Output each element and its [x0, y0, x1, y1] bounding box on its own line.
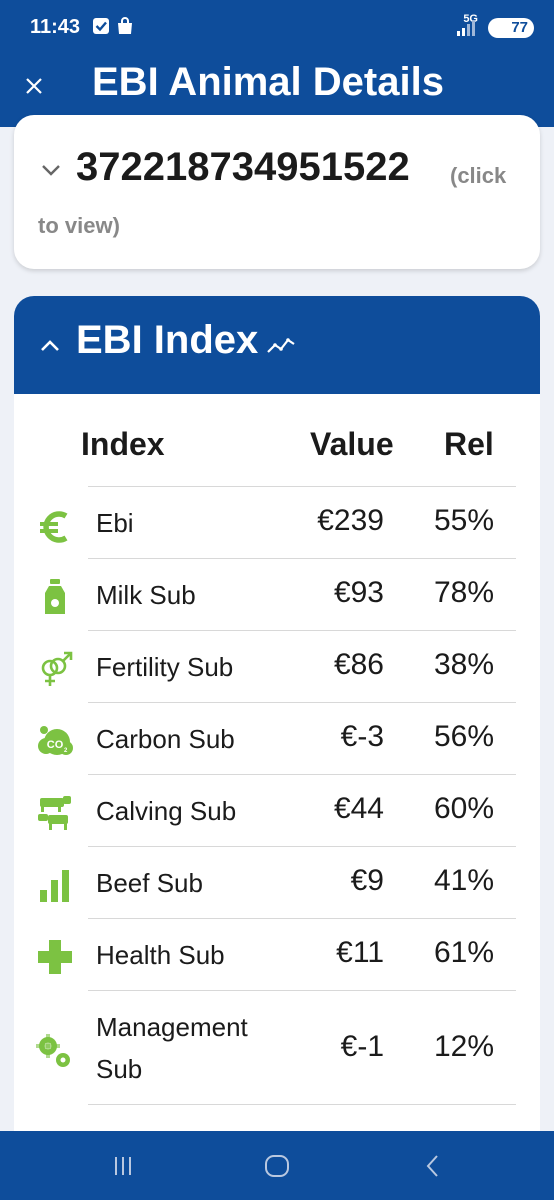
row-divider	[88, 630, 516, 631]
row-name: Ebi	[96, 508, 134, 538]
column-header-index: Index	[81, 426, 165, 462]
status-bar: 11:43 5G 77	[0, 0, 554, 56]
battery-indicator: 77	[488, 18, 534, 38]
chevron-down-icon[interactable]	[40, 159, 62, 181]
milk-bottle-icon	[45, 579, 65, 614]
row-divider	[88, 918, 516, 919]
row-rel: 78%	[433, 576, 494, 609]
row-rel: 38%	[433, 648, 494, 681]
checkbox-notification-icon	[93, 18, 109, 34]
table-row: Beef Sub €9 41%	[14, 856, 540, 926]
table-row: Ebi €239 55%	[14, 496, 540, 566]
row-name: Milk Sub	[96, 580, 196, 610]
row-divider	[88, 702, 516, 703]
bar-chart-icon	[40, 870, 69, 902]
trend-line-icon	[267, 338, 295, 353]
chevron-up-icon[interactable]	[38, 334, 62, 358]
row-divider	[88, 846, 516, 847]
row-divider	[88, 990, 516, 991]
header-divider	[88, 486, 516, 487]
recent-apps-icon[interactable]	[108, 1151, 138, 1181]
gears-icon	[36, 1034, 70, 1067]
row-rel: 12%	[433, 1030, 494, 1063]
ebi-index-card: EBI Index Index Value Rel Ebi €239 55% M…	[14, 296, 540, 1136]
row-name: Calving Sub	[96, 796, 237, 826]
system-nav-bar	[0, 1131, 554, 1200]
column-header-rel: Rel	[444, 426, 494, 462]
close-icon[interactable]	[22, 74, 46, 98]
row-value: €11	[336, 936, 384, 969]
row-name: Fertility Sub	[96, 652, 234, 682]
row-rel: 56%	[433, 720, 494, 753]
row-value: €239	[317, 504, 384, 537]
row-value: €-1	[340, 1030, 384, 1063]
row-divider	[88, 1104, 516, 1105]
svg-text:CO: CO	[47, 739, 64, 751]
row-value: €93	[333, 576, 384, 609]
row-value: €9	[350, 864, 384, 897]
animal-id-card[interactable]: 372218734951522 (click to view)	[14, 115, 540, 269]
row-rel: 60%	[433, 792, 494, 825]
home-icon[interactable]	[262, 1151, 292, 1181]
table-row: CO 2 Carbon Sub €-3 56%	[14, 712, 540, 782]
table-row: Management Sub €-1 12%	[14, 1000, 540, 1110]
row-name: Health Sub	[96, 940, 225, 970]
table-row: Calving Sub €44 60%	[14, 784, 540, 854]
signal-icon	[457, 20, 475, 36]
table-row: Milk Sub €93 78%	[14, 568, 540, 638]
health-cross-icon	[38, 940, 72, 974]
click-to-view-hint[interactable]: (click	[450, 163, 506, 189]
cow-calf-icon	[38, 796, 71, 830]
ebi-index-title: EBI Index	[76, 318, 259, 362]
table-row: Health Sub €11 61%	[14, 928, 540, 998]
euro-icon	[40, 511, 68, 543]
row-name-cont: Sub	[96, 1054, 143, 1084]
row-divider	[88, 774, 516, 775]
click-to-view-hint-cont[interactable]: to view)	[38, 213, 120, 239]
column-header-value: Value	[310, 426, 394, 462]
row-name: Management	[96, 1012, 248, 1042]
row-rel: 61%	[433, 936, 494, 969]
ebi-index-header[interactable]: EBI Index	[14, 296, 540, 394]
table-row: Fertility Sub €86 38%	[14, 640, 540, 710]
app-bar: 11:43 5G 77 EBI Animal Details	[0, 0, 554, 127]
animal-id: 372218734951522	[76, 145, 410, 189]
row-value: €44	[333, 792, 384, 825]
row-rel: 55%	[433, 504, 494, 537]
row-name: Beef Sub	[96, 868, 203, 898]
row-name: Carbon Sub	[96, 724, 235, 754]
status-time: 11:43	[30, 16, 81, 38]
co2-cloud-icon: CO 2	[38, 726, 73, 755]
row-value: €86	[333, 648, 384, 681]
row-value: €-3	[340, 720, 384, 753]
gender-icon	[41, 651, 73, 686]
back-icon[interactable]	[418, 1151, 448, 1181]
row-divider	[88, 558, 516, 559]
page-title: EBI Animal Details	[92, 60, 444, 104]
shopping-bag-icon	[118, 17, 132, 34]
row-rel: 41%	[433, 864, 494, 897]
